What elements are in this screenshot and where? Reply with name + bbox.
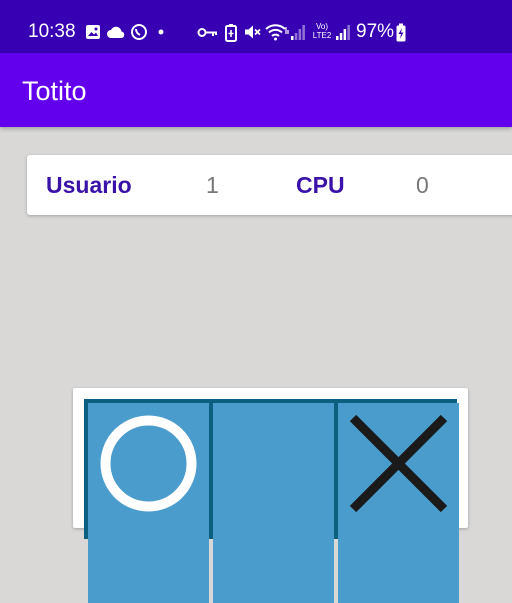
mute-icon: [245, 25, 261, 39]
o-mark-icon: [100, 415, 197, 512]
score-card: Usuario 1 CPU 0: [27, 155, 512, 215]
volte-label: Vo): [315, 22, 328, 31]
cpu-score: 0: [416, 172, 429, 198]
lte-label: LTE2: [312, 31, 332, 40]
battery-charging-icon: [396, 23, 406, 42]
cloud-icon: [107, 26, 125, 38]
status-bar: 10:38 Vo) LTE2 97%: [0, 0, 512, 53]
gallery-icon: [86, 25, 100, 39]
user-label: Usuario: [46, 172, 132, 198]
app-title: Totito: [22, 76, 87, 106]
volte-lte2-icon: Vo) LTE2: [310, 22, 334, 40]
board-cell-2[interactable]: [213, 403, 334, 603]
board-cell-1[interactable]: [88, 403, 209, 603]
dot-icon: [158, 29, 164, 35]
battery-percent: 97%: [356, 21, 395, 42]
game-board: [84, 399, 459, 603]
signal-icon: [336, 25, 350, 40]
user-score: 1: [206, 172, 219, 198]
status-time: 10:38: [28, 21, 76, 42]
battery-saver-icon: [225, 24, 237, 42]
whatsapp-icon: [131, 24, 147, 40]
board-card: [73, 388, 468, 603]
app-bar: Totito: [0, 53, 512, 127]
x-mark-icon: [349, 414, 448, 513]
key-icon: [197, 28, 217, 37]
wifi-icon: [265, 24, 289, 41]
signal-icon: [291, 25, 305, 40]
board-cell-3[interactable]: [338, 403, 459, 603]
cpu-label: CPU: [296, 172, 345, 198]
